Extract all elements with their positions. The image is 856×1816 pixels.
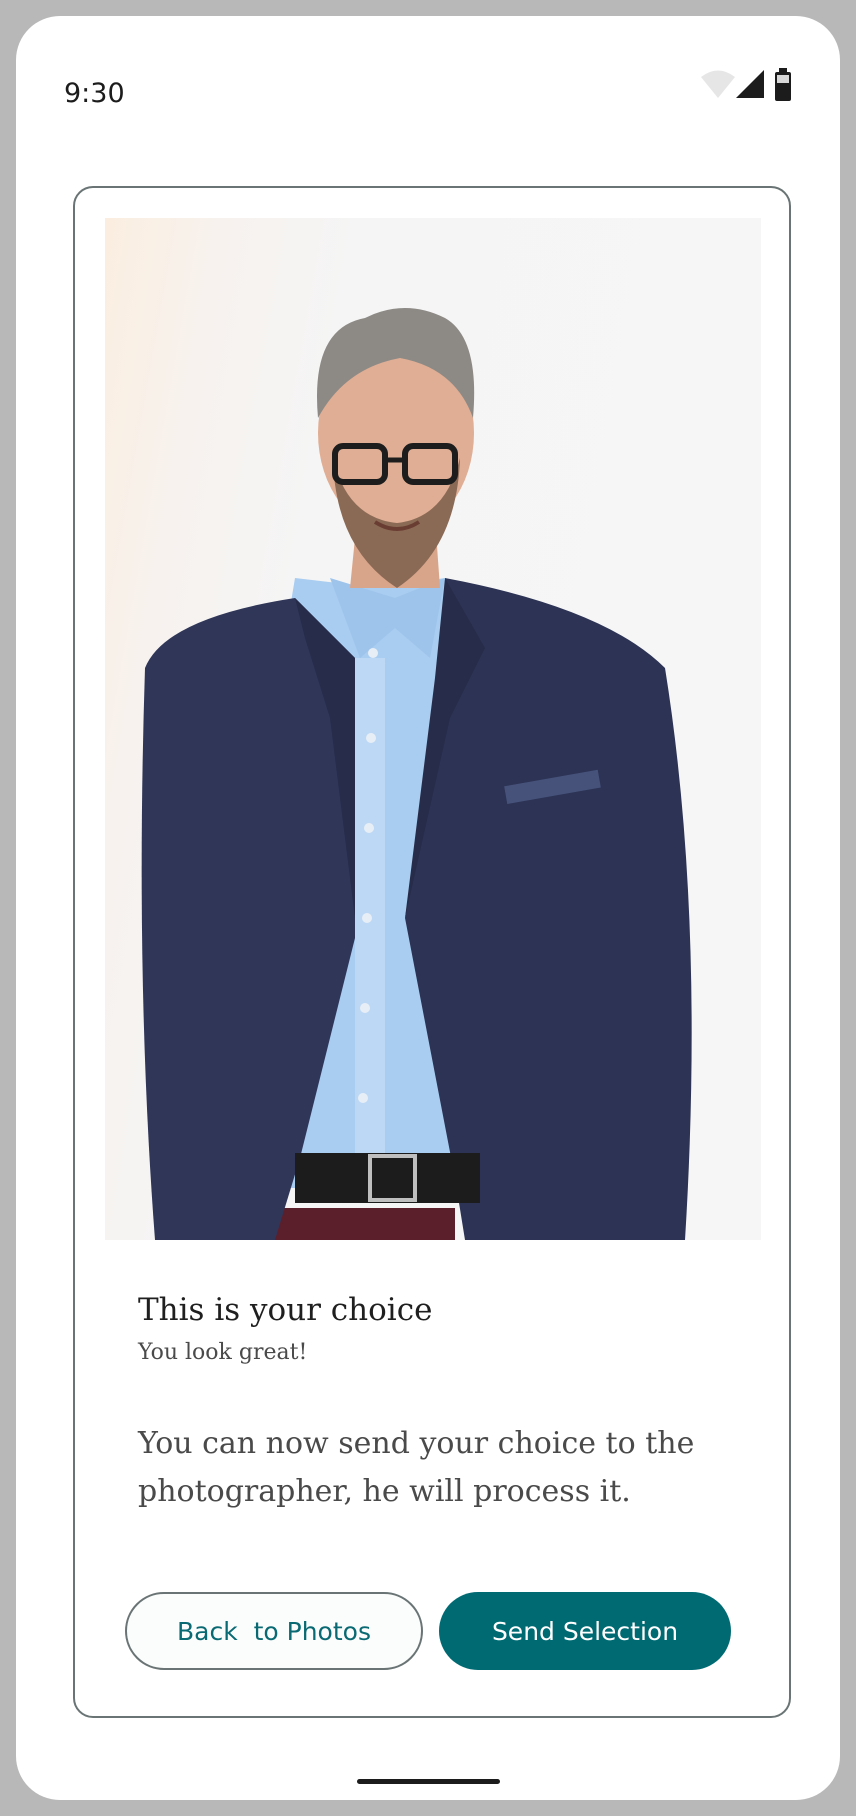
device-frame: 9:30 This is your choice You look great!…	[0, 0, 856, 1816]
card-subtitle: You look great!	[138, 1340, 308, 1365]
selected-photo	[105, 218, 761, 1240]
screen: 9:30 This is your choice You look great!…	[16, 16, 840, 1800]
status-bar: 9:30	[16, 16, 840, 146]
card-description: You can now send your choice to the phot…	[138, 1426, 695, 1509]
status-icons	[700, 68, 820, 118]
back-to-photos-button[interactable]: Back to Photos	[125, 1592, 423, 1670]
selection-card: This is your choice You look great! You …	[73, 186, 791, 1718]
signal-icon	[736, 70, 764, 98]
battery-icon	[775, 68, 791, 101]
home-indicator[interactable]	[357, 1779, 500, 1784]
status-time: 9:30	[64, 78, 125, 109]
card-title: This is your choice	[138, 1292, 433, 1328]
wifi-icon	[701, 70, 735, 98]
portrait-image	[141, 308, 692, 1240]
send-selection-button[interactable]: Send Selection	[439, 1592, 731, 1670]
